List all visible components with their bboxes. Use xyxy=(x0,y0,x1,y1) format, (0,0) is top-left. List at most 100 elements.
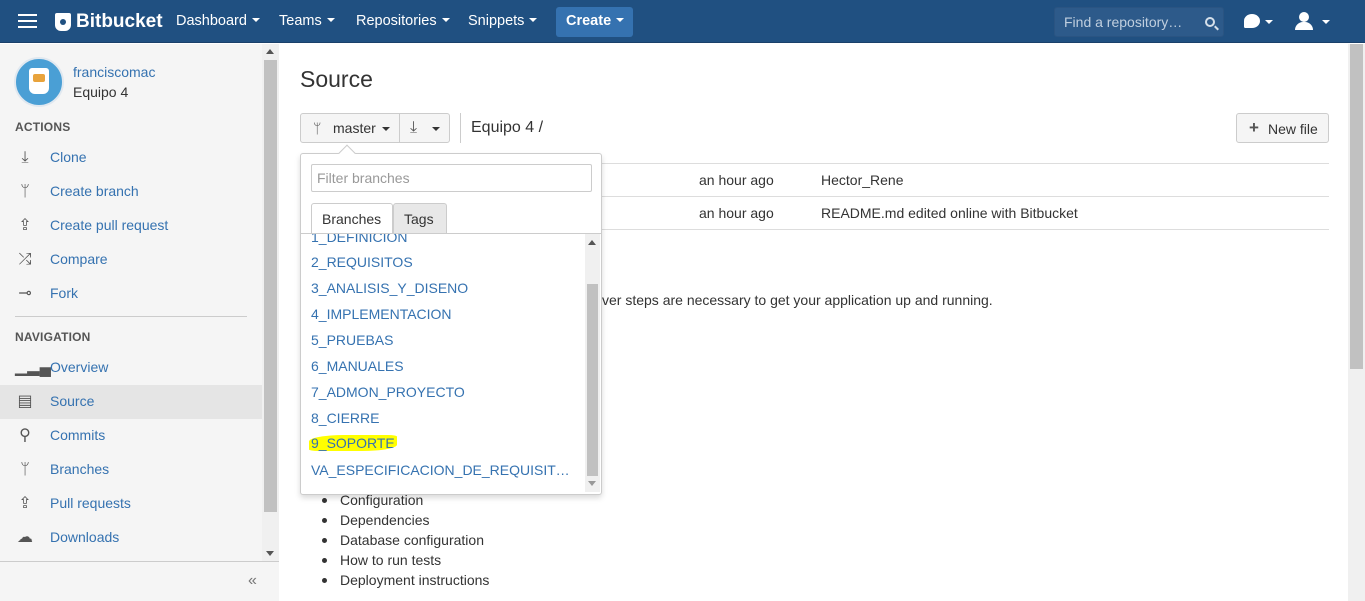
divider xyxy=(460,113,461,143)
scrollbar-thumb[interactable] xyxy=(264,60,277,512)
readme-list: Configuration Dependencies Database conf… xyxy=(322,490,489,590)
sidebar-item-clone[interactable]: ⤓ Clone xyxy=(0,141,262,175)
plus-icon: + xyxy=(1249,118,1259,137)
nav-label: Teams xyxy=(279,13,322,29)
chevron-down-icon xyxy=(251,18,260,22)
file-row-message[interactable]: Hector_Rene xyxy=(821,172,904,188)
chevron-down-icon xyxy=(441,18,450,22)
branch-item[interactable]: 5_PRUEBAS xyxy=(311,332,573,348)
collapse-sidebar-icon[interactable]: « xyxy=(248,572,257,590)
create-button[interactable]: Create xyxy=(556,7,633,37)
branch-label: master xyxy=(333,120,376,136)
branch-item-highlighted[interactable]: 9_SOPORTE xyxy=(309,435,397,451)
java-icon xyxy=(29,68,49,94)
brand-name: Bitbucket xyxy=(76,11,163,32)
branch-item[interactable]: 4_IMPLEMENTACION xyxy=(311,306,573,322)
nav-snippets[interactable]: Snippets xyxy=(468,13,538,29)
navigation-heading: NAVIGATION xyxy=(15,330,91,344)
branch-item[interactable]: 7_ADMON_PROYECTO xyxy=(311,384,573,400)
branch-item[interactable]: 8_CIERRE xyxy=(311,410,573,426)
repo-name: Equipo 4 xyxy=(73,84,129,100)
sidebar-scrollbar[interactable] xyxy=(262,44,279,561)
downloads-icon: ☁ xyxy=(17,529,33,546)
list-item: Database configuration xyxy=(322,530,489,550)
repository-search[interactable] xyxy=(1054,7,1224,37)
chevron-down-icon[interactable] xyxy=(1322,20,1330,24)
tab-tags[interactable]: Tags xyxy=(393,203,447,234)
branches-icon: ᛘ xyxy=(20,461,30,478)
scrollbar-thumb[interactable] xyxy=(587,284,598,476)
divider xyxy=(15,316,247,317)
sidebar-item-label: Compare xyxy=(50,251,108,267)
page-scrollbar[interactable] xyxy=(1348,44,1365,601)
branch-dropdown: Branches Tags 1_DEFINICION 2_REQUISITOS … xyxy=(300,144,602,495)
branch-selector-button[interactable]: ᛘ master xyxy=(300,113,400,143)
sidebar-item-branches[interactable]: ᛘ Branches xyxy=(0,453,262,487)
branch-item[interactable]: 1_DEFINICION xyxy=(311,234,573,245)
sidebar-item-fork[interactable]: ⊸ Fork xyxy=(0,277,262,311)
owner-link[interactable]: franciscomac xyxy=(73,64,155,80)
filter-branches-input[interactable] xyxy=(311,164,592,192)
file-row-time: an hour ago xyxy=(699,172,774,188)
user-icon[interactable] xyxy=(1295,12,1313,30)
branch-item[interactable]: VA_ESPECIFICACION_DE_REQUISITOS xyxy=(311,462,573,478)
search-icon[interactable] xyxy=(1205,17,1215,27)
sidebar-item-label: Fork xyxy=(50,285,78,301)
sidebar-item-commits[interactable]: ⚲ Commits xyxy=(0,419,262,453)
scrollbar-thumb[interactable] xyxy=(1350,44,1363,369)
download-button[interactable]: ⤓ xyxy=(399,113,450,143)
chevron-down-icon[interactable] xyxy=(1265,20,1273,24)
scroll-up-icon[interactable] xyxy=(588,240,596,245)
source-icon: ▤ xyxy=(17,393,33,410)
nav-repositories[interactable]: Repositories xyxy=(356,13,450,29)
breadcrumb[interactable]: Equipo 4 / xyxy=(471,119,543,137)
download-icon: ⤓ xyxy=(21,149,29,166)
tab-branches[interactable]: Branches xyxy=(311,203,393,234)
sidebar-item-label: Create pull request xyxy=(50,217,169,233)
sidebar-item-label: Downloads xyxy=(50,529,120,545)
help-icon[interactable] xyxy=(1244,14,1260,28)
sidebar-item-compare[interactable]: ⤮ Compare xyxy=(0,243,262,277)
bitbucket-icon xyxy=(55,13,71,31)
sidebar-item-create-pull-request[interactable]: ⇪ Create pull request xyxy=(0,209,262,243)
nav-dashboard[interactable]: Dashboard xyxy=(176,13,260,29)
sidebar: franciscomac Equipo 4 ACTIONS ⤓ Clone ᛘ … xyxy=(0,44,279,601)
sidebar-item-label: Overview xyxy=(50,359,109,375)
chevron-down-icon xyxy=(382,127,390,131)
branch-item[interactable]: 2_REQUISITOS xyxy=(311,254,573,270)
sidebar-item-source[interactable]: ▤ Source xyxy=(0,385,262,419)
chevron-down-icon xyxy=(529,18,538,22)
chevron-down-icon xyxy=(326,18,335,22)
download-icon: ⤓ xyxy=(410,119,418,136)
sidebar-item-label: Commits xyxy=(50,427,106,443)
branch-item[interactable]: 6_MANUALES xyxy=(311,358,573,374)
dropdown-arrow xyxy=(338,144,356,162)
sidebar-footer: « xyxy=(0,561,279,601)
readme-text: ver steps are necessary to get your appl… xyxy=(602,292,993,308)
dropdown-scrollbar[interactable] xyxy=(585,234,600,492)
pull-requests-icon: ⇪ xyxy=(18,495,32,512)
sidebar-item-label: Create branch xyxy=(50,183,139,199)
sidebar-item-create-branch[interactable]: ᛘ Create branch xyxy=(0,175,262,209)
sidebar-item-pull-requests[interactable]: ⇪ Pull requests xyxy=(0,487,262,521)
scroll-down-icon[interactable] xyxy=(266,551,274,556)
scroll-down-icon[interactable] xyxy=(588,481,596,486)
list-item: Dependencies xyxy=(322,510,489,530)
branch-item[interactable]: 3_ANALISIS_Y_DISENO xyxy=(311,280,573,296)
sidebar-item-label: Branches xyxy=(50,461,110,477)
search-input[interactable] xyxy=(1064,14,1189,30)
bitbucket-logo[interactable]: Bitbucket xyxy=(55,10,163,34)
branch-icon: ᛘ xyxy=(20,183,30,200)
sidebar-item-downloads[interactable]: ☁ Downloads xyxy=(0,521,262,555)
menu-icon[interactable] xyxy=(18,14,37,29)
sidebar-item-label: Source xyxy=(50,393,95,409)
compare-icon: ⤮ xyxy=(18,251,32,268)
chevron-down-icon xyxy=(432,127,440,131)
file-row-message[interactable]: README.md edited online with Bitbucket xyxy=(821,205,1078,221)
scroll-up-icon[interactable] xyxy=(266,49,274,54)
overview-icon: ▁▂▄ xyxy=(15,359,51,376)
nav-teams[interactable]: Teams xyxy=(279,13,335,29)
new-file-button[interactable]: + New file xyxy=(1236,113,1329,143)
sidebar-item-overview[interactable]: ▁▂▄ Overview xyxy=(0,351,262,385)
repo-avatar[interactable] xyxy=(14,57,64,107)
